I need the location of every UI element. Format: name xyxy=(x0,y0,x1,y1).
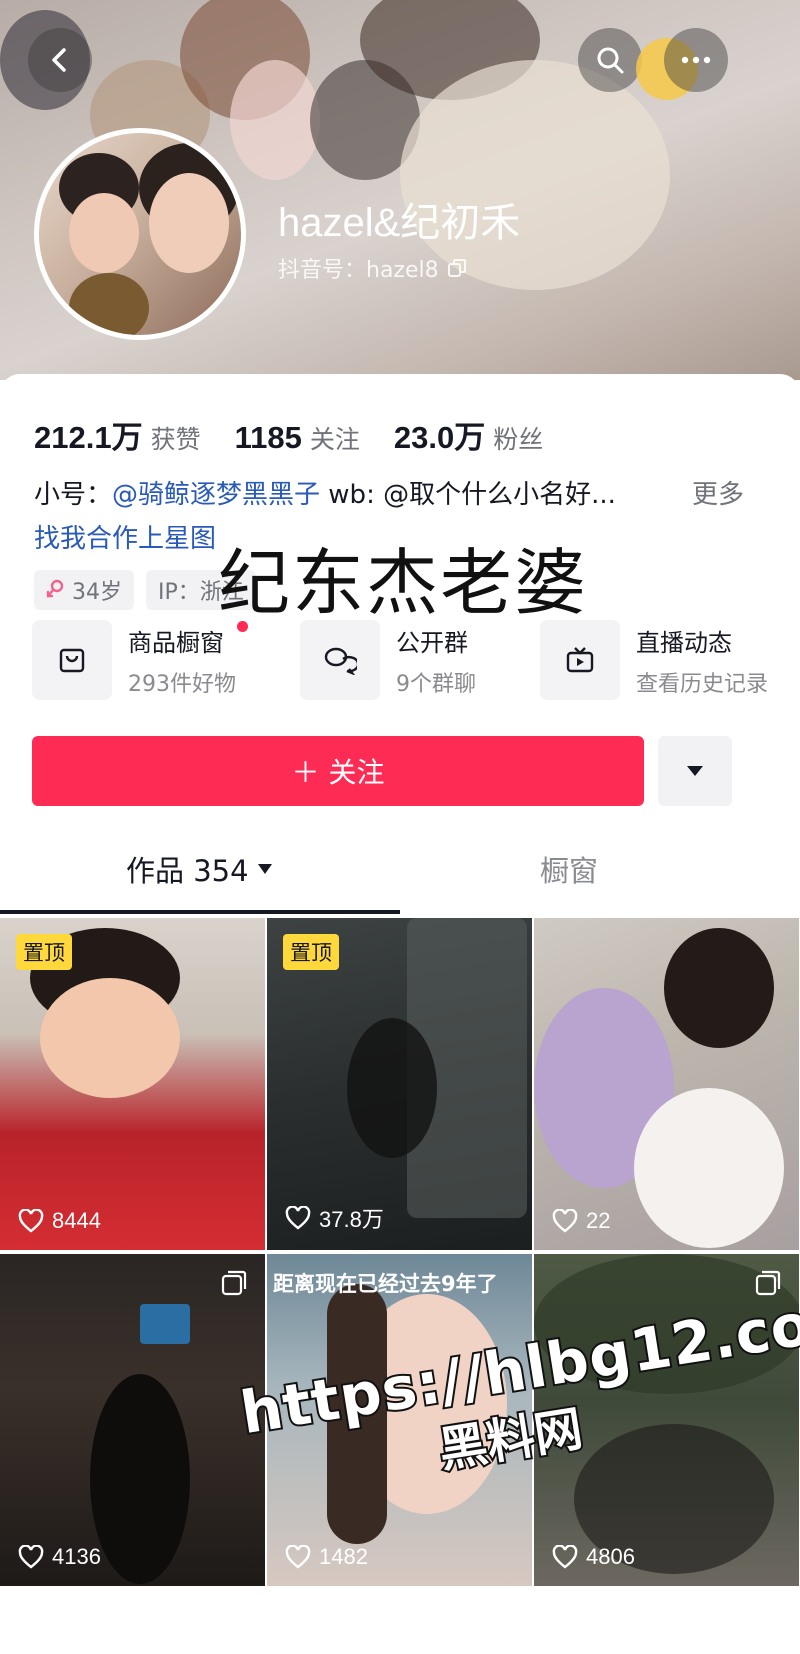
tab-shop[interactable]: 橱窗 xyxy=(540,848,598,890)
bag-icon xyxy=(59,648,85,673)
shortcut-title-text: 商品橱窗 xyxy=(128,628,224,657)
video-thumbnail[interactable]: 22 xyxy=(534,918,799,1250)
shortcut-row: 商品橱窗 293件好物 公开群 9个群聊 直播动态 查看历史记录 xyxy=(32,620,800,710)
tab-works[interactable]: 作品 354 xyxy=(126,848,273,890)
bio-text: wb: @取个什么小名好... xyxy=(320,480,616,510)
likes-count: 4806 xyxy=(552,1544,635,1570)
likes-text: 4806 xyxy=(586,1544,635,1569)
shortcut-icon xyxy=(300,620,380,700)
active-tab-indicator xyxy=(0,910,400,914)
video-thumbnail[interactable]: 置顶 37.8万 xyxy=(267,918,532,1250)
content-tabs: 作品 354 橱窗 xyxy=(0,834,800,914)
bio: 小号：@骑鲸逐梦黑黑子 wb: @取个什么小名好... 更多 xyxy=(34,474,774,511)
caret-down-icon xyxy=(687,766,703,776)
notification-dot xyxy=(237,620,248,632)
female-icon xyxy=(46,579,64,598)
multi-image-icon xyxy=(755,1270,781,1296)
stat-label: 关注 xyxy=(309,425,360,454)
shortcut-subtitle: 查看历史记录 xyxy=(636,671,769,697)
likes-count: 37.8万 xyxy=(285,1202,384,1234)
avatar-child-shirt xyxy=(69,273,149,335)
stat-following[interactable]: 1185 关注 xyxy=(235,420,360,456)
shortcut-subtitle: 293件好物 xyxy=(128,671,236,697)
tab-shop-label: 橱窗 xyxy=(540,854,599,888)
heart-icon xyxy=(285,1206,311,1230)
shortcut-icon xyxy=(32,620,112,700)
tv-icon xyxy=(566,647,594,673)
thumb-person xyxy=(347,1018,437,1158)
likes-text: 37.8万 xyxy=(319,1207,384,1232)
ellipsis-icon xyxy=(681,56,711,64)
heart-icon xyxy=(552,1209,578,1233)
likes-text: 22 xyxy=(586,1208,611,1233)
video-caption: 距离现在已经过去9年了 xyxy=(273,1272,498,1296)
stat-likes[interactable]: 212.1万 获赞 xyxy=(34,412,201,457)
stat-value: 212.1万 xyxy=(34,420,143,455)
search-button[interactable] xyxy=(578,28,642,92)
account-id[interactable]: 抖音号：hazel8 xyxy=(278,252,467,284)
avatar-child-face xyxy=(69,193,139,273)
bio-mention-link[interactable]: @骑鲸逐梦黑黑子 xyxy=(112,480,320,510)
likes-count: 1482 xyxy=(285,1544,368,1570)
nickname: hazel&纪初禾 xyxy=(278,201,521,245)
shortcut-title: 公开群 xyxy=(396,628,468,657)
thumb-dress xyxy=(634,1088,784,1248)
avatar[interactable] xyxy=(34,128,246,340)
bio-prefix: 小号： xyxy=(34,480,113,510)
bio-star-map-link[interactable]: 找我合作上星图 xyxy=(34,518,216,555)
pinned-badge: 置顶 xyxy=(283,934,339,970)
thumb-hair xyxy=(664,928,774,1048)
likes-text: 4136 xyxy=(52,1544,101,1569)
thumb-screen xyxy=(140,1304,190,1344)
age-text: 34岁 xyxy=(72,580,122,605)
more-options-button[interactable] xyxy=(664,28,728,92)
shortcut-title: 直播动态 xyxy=(636,628,732,657)
stat-label: 粉丝 xyxy=(493,425,544,454)
shortcut-icon xyxy=(540,620,620,700)
chevron-left-icon xyxy=(52,48,66,72)
avatar-mom-face xyxy=(149,173,229,273)
likes-count: 4136 xyxy=(18,1544,101,1570)
stats-row: 212.1万 获赞 1185 关注 23.0万 粉丝 xyxy=(34,412,577,457)
copy-icon[interactable] xyxy=(447,258,467,278)
multi-image-icon xyxy=(221,1270,247,1296)
thumb-face xyxy=(40,978,180,1098)
heart-icon xyxy=(18,1545,44,1569)
back-button[interactable] xyxy=(28,28,92,92)
shortcut-shop-window[interactable]: 商品橱窗 293件好物 xyxy=(32,620,248,700)
age-tag: 34岁 xyxy=(34,570,134,610)
follow-button[interactable]: ＋ 关注 xyxy=(32,736,644,806)
account-id-text: 抖音号：hazel8 xyxy=(278,258,439,283)
stat-value: 1185 xyxy=(234,420,302,455)
stat-followers[interactable]: 23.0万 粉丝 xyxy=(394,412,543,457)
video-thumbnail[interactable]: 4136 xyxy=(0,1254,265,1586)
shortcut-subtitle: 9个群聊 xyxy=(396,671,476,697)
thumb-person xyxy=(90,1374,190,1584)
bio-more-button[interactable]: 更多 xyxy=(692,474,744,511)
stat-label: 获赞 xyxy=(150,425,201,454)
likes-text: 1482 xyxy=(319,1544,368,1569)
cover-bunny xyxy=(230,60,320,180)
shortcut-public-group[interactable]: 公开群 9个群聊 xyxy=(300,620,476,700)
profile-header: hazel&纪初禾 抖音号：hazel8 xyxy=(0,0,800,380)
search-icon xyxy=(597,47,624,74)
likes-text: 8444 xyxy=(52,1208,101,1233)
heart-icon xyxy=(18,1209,44,1233)
likes-count: 22 xyxy=(552,1208,610,1234)
chat-bubbles-icon xyxy=(324,647,357,675)
shortcut-live-updates[interactable]: 直播动态 查看历史记录 xyxy=(540,620,768,700)
stat-value: 23.0万 xyxy=(393,420,486,455)
likes-count: 8444 xyxy=(18,1208,101,1234)
follow-dropdown-button[interactable] xyxy=(658,736,732,806)
heart-icon xyxy=(285,1545,311,1569)
heart-icon xyxy=(552,1545,578,1569)
pinned-badge: 置顶 xyxy=(16,934,72,970)
shortcut-title: 商品橱窗 xyxy=(128,620,248,658)
overlay-caption: 纪东杰老婆 xyxy=(218,541,589,625)
video-thumbnail[interactable]: 置顶 8444 xyxy=(0,918,265,1250)
caret-down-icon xyxy=(257,864,272,874)
tab-works-label: 作品 354 xyxy=(126,854,249,888)
